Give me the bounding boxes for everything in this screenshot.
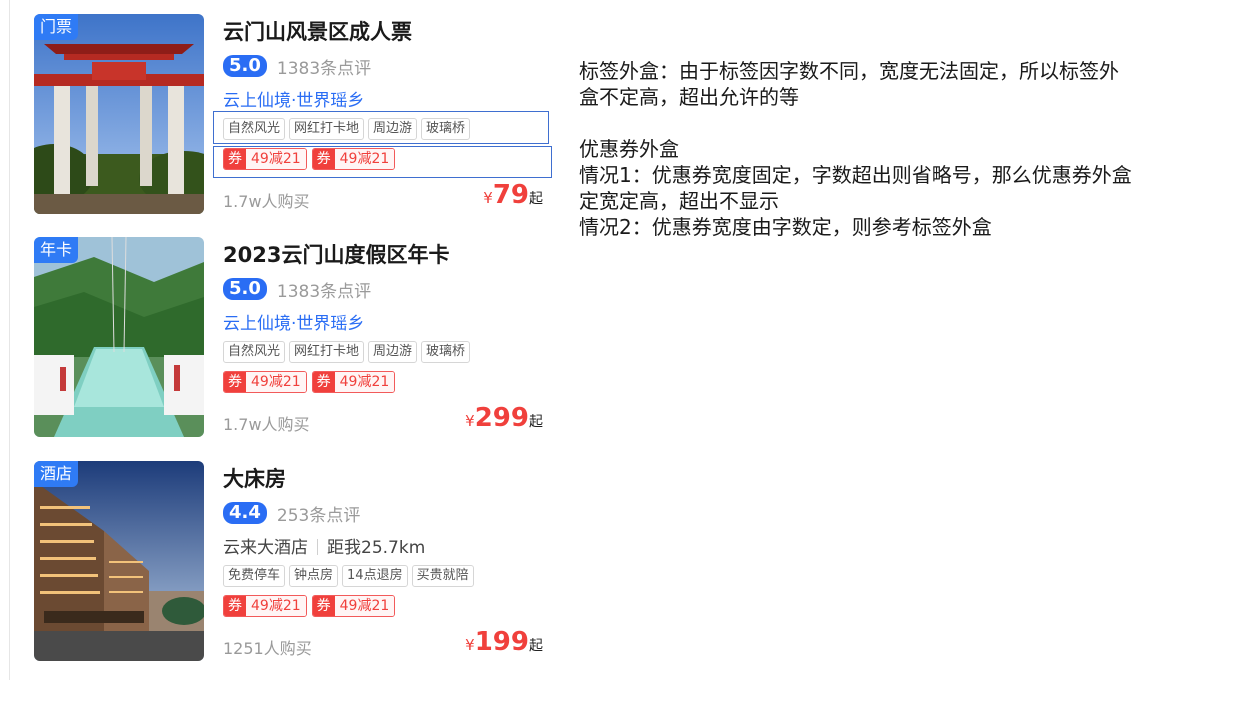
product-card-hotel-room[interactable]: 酒店 大床房 4.4 253条点评 云来大酒店 距我25.7km 免费停车 钟点房… <box>34 461 549 661</box>
rating-score: 5.0 <box>223 55 267 77</box>
coupon-box-outline <box>213 146 552 178</box>
product-card-annual-pass[interactable]: 年卡 2023云门山度假区年卡 5.0 1383条点评 云上仙境·世界瑶乡 自然… <box>34 237 549 437</box>
note-line: 标签外盒：由于标签因字数不同，宽度无法固定，所以标签外 <box>579 59 1119 83</box>
rating-row: 5.0 1383条点评 <box>223 277 372 302</box>
divider <box>317 539 318 555</box>
currency-symbol: ¥ <box>465 636 475 654</box>
rating-score: 4.4 <box>223 502 267 524</box>
product-title[interactable]: 2023云门山度假区年卡 <box>223 239 449 269</box>
rating-score: 5.0 <box>223 278 267 300</box>
corner-category-tag: 门票 <box>34 14 79 40</box>
sold-count: 1251人购买 <box>223 639 312 658</box>
tag-list: 自然风光 网红打卡地 周边游 玻璃桥 <box>223 341 471 363</box>
feature-tag: 买贵就陪 <box>411 565 474 587</box>
currency-symbol: ¥ <box>483 189 493 207</box>
glass-bridge-photo: 年卡 <box>34 237 204 437</box>
feature-tag: 14点退房 <box>342 565 408 587</box>
coupon-text: 49减21 <box>334 596 395 616</box>
review-count: 1383条点评 <box>276 58 372 79</box>
feature-tag: 免费停车 <box>223 565 286 587</box>
price: ¥199起 <box>465 627 543 657</box>
review-count: 253条点评 <box>276 505 361 526</box>
coupon-badge: 券 <box>312 372 335 392</box>
hotel-location-row: 云来大酒店 距我25.7km <box>223 533 425 558</box>
rating-row: 4.4 253条点评 <box>223 501 361 526</box>
coupon-badge: 券 <box>312 596 335 616</box>
hotel-name: 云来大酒店 <box>223 538 308 558</box>
coupon-badge: 券 <box>224 596 246 616</box>
price: ¥299起 <box>465 403 543 433</box>
tag-box-outline <box>213 111 549 144</box>
product-slogan: 云上仙境·世界瑶乡 <box>223 314 365 334</box>
temple-gate-photo: 门票 <box>34 14 204 214</box>
product-title[interactable]: 大床房 <box>223 463 286 493</box>
product-slogan: 云上仙境·世界瑶乡 <box>223 91 365 111</box>
coupon[interactable]: 券 49减21 <box>311 595 396 617</box>
distance: 距我25.7km <box>327 538 426 558</box>
note-line: 情况2：优惠券宽度由字数定，则参考标签外盒 <box>579 215 992 239</box>
design-notes: 标签外盒：由于标签因字数不同，宽度无法固定，所以标签外 盒不定高，超出允许的等 … <box>579 58 1251 240</box>
review-count: 1383条点评 <box>276 281 372 302</box>
note-line: 情况1：优惠券宽度固定，字数超出则省略号，那么优惠券外盒 <box>579 163 1132 187</box>
note-line: 定宽定高，超出不显示 <box>579 189 779 213</box>
hotel-building-photo: 酒店 <box>34 461 204 661</box>
feature-tag: 自然风光 <box>223 341 286 363</box>
corner-category-tag: 年卡 <box>34 237 79 263</box>
coupon[interactable]: 券 49减21 <box>311 371 396 393</box>
feature-tag: 网红打卡地 <box>289 341 365 363</box>
coupon-text: 49减21 <box>246 596 306 616</box>
price-suffix: 起 <box>529 191 543 207</box>
feature-tag: 钟点房 <box>289 565 339 587</box>
price-value: 199 <box>474 627 529 657</box>
coupon-list: 券 49减21 券 49减21 <box>223 371 396 393</box>
coupon-text: 49减21 <box>246 372 306 392</box>
note-line: 优惠券外盒 <box>579 137 679 161</box>
left-divider <box>9 0 10 680</box>
product-title[interactable]: 云门山风景区成人票 <box>223 16 412 46</box>
price: ¥79起 <box>483 180 543 210</box>
coupon-list: 券 49减21 券 49减21 <box>223 595 396 617</box>
price-value: 299 <box>474 403 529 433</box>
note-line: 盒不定高，超出允许的等 <box>579 85 799 109</box>
tag-list: 免费停车 钟点房 14点退房 买贵就陪 <box>223 565 474 587</box>
price-suffix: 起 <box>529 414 543 430</box>
corner-category-tag: 酒店 <box>34 461 79 487</box>
feature-tag: 玻璃桥 <box>421 341 471 363</box>
sold-count: 1.7w人购买 <box>223 192 310 211</box>
feature-tag: 周边游 <box>368 341 418 363</box>
rating-row: 5.0 1383条点评 <box>223 54 372 79</box>
coupon-badge: 券 <box>224 372 246 392</box>
sold-count: 1.7w人购买 <box>223 415 310 434</box>
price-value: 79 <box>492 180 529 210</box>
coupon-text: 49减21 <box>334 372 395 392</box>
coupon[interactable]: 券 49减21 <box>223 371 307 393</box>
price-suffix: 起 <box>529 638 543 654</box>
currency-symbol: ¥ <box>465 412 475 430</box>
coupon[interactable]: 券 49减21 <box>223 595 307 617</box>
